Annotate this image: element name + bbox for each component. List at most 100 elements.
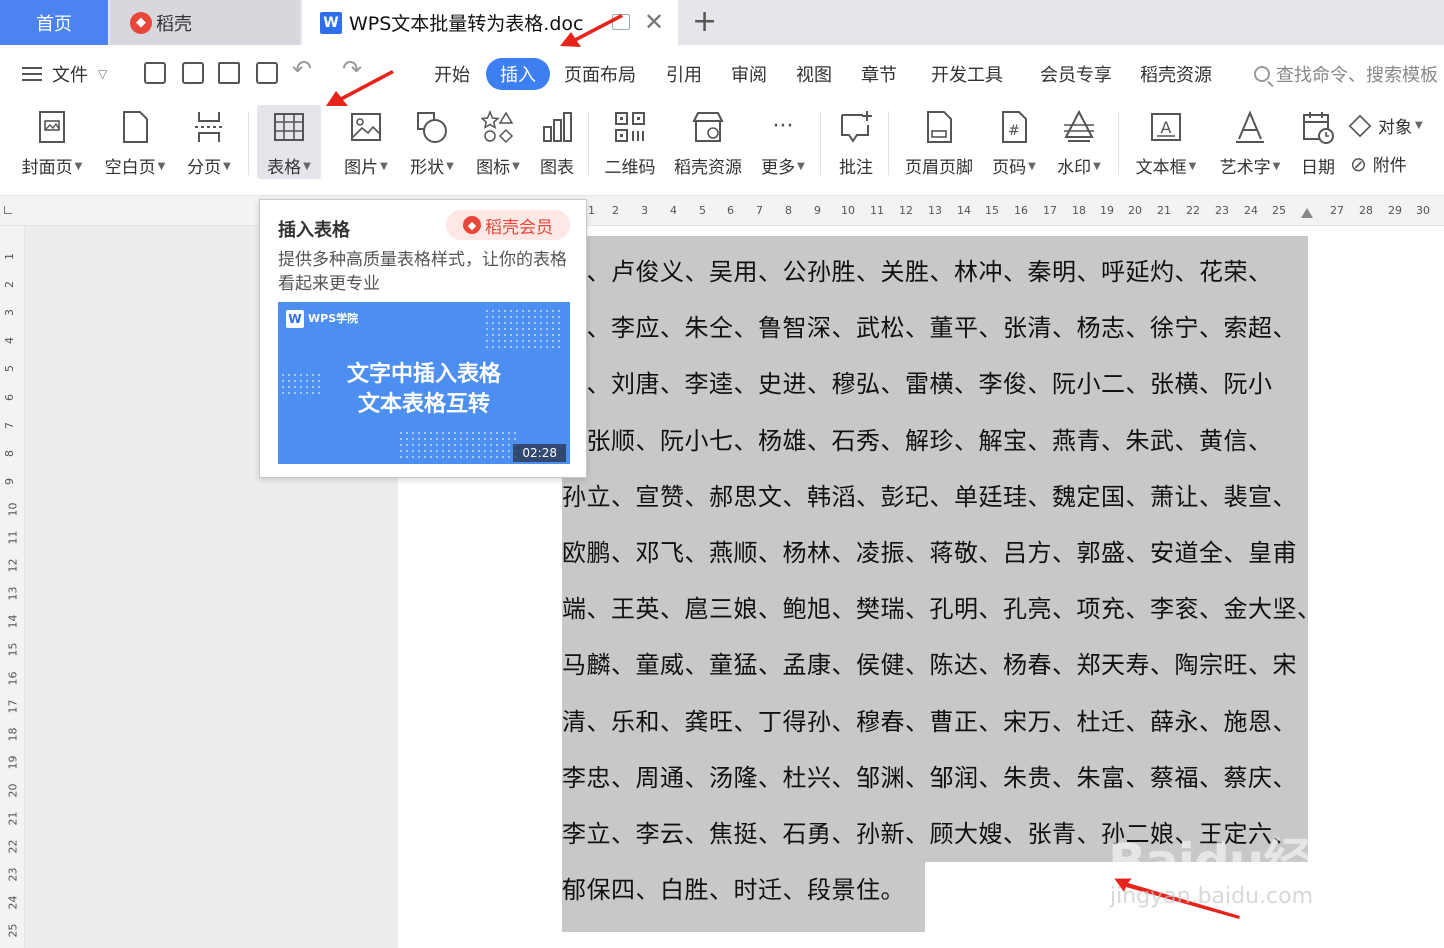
shape-button[interactable]: 形状 ▼ (404, 105, 460, 179)
tab-review[interactable]: 审阅 (731, 61, 767, 87)
insert-table-tooltip: 插入表格 ◆ 稻壳会员 提供多种高质量表格样式，让你的表格看起来更专业 W WP… (259, 199, 587, 478)
undo-icon[interactable]: ↶ (292, 55, 312, 83)
dropdown-arrow-icon: ▼ (1093, 161, 1101, 172)
ruler-tick-label: 29 (1388, 204, 1402, 217)
vertical-ruler-tick-label: 16 (6, 671, 20, 685)
object-label: 对象 (1378, 118, 1412, 138)
dropdown-arrow-icon: ▼ (446, 161, 454, 172)
qrcode-button[interactable]: 二维码 (600, 105, 660, 179)
wordart-button[interactable]: 艺术字 ▼ (1214, 105, 1286, 179)
tab-close-icon[interactable]: ✕ (644, 8, 664, 36)
tab-chapter[interactable]: 章节 (861, 61, 897, 87)
object-button[interactable]: 对象 ▼ (1348, 113, 1423, 138)
header-footer-button[interactable]: 页眉页脚 (900, 105, 978, 179)
ruler-tick-label: 20 (1128, 204, 1142, 217)
watermark-button[interactable]: 水印 ▼ (1052, 105, 1106, 179)
table-button[interactable]: 表格 ▼ (257, 105, 321, 179)
textbox-button[interactable]: A 文本框 ▼ (1130, 105, 1202, 179)
vertical-ruler[interactable]: 1 2 3 4 5 6 7 8 9 10 11 12 13 14 15 16 17 18 19 20 21 22 23 24 2… (0, 226, 25, 948)
dropdown-arrow-icon: ▼ (303, 161, 311, 172)
date-button[interactable]: 日期 (1296, 105, 1340, 179)
tab-straw-resources[interactable]: 稻壳资源 (1140, 61, 1212, 87)
text-line: 进、李应、朱仝、鲁智深、武松、董平、张清、杨志、徐宁、索超、 (562, 314, 1297, 343)
cube-icon (1348, 114, 1372, 137)
redo-icon[interactable]: ↷ (342, 55, 362, 83)
vertical-ruler-tick-label: 12 (6, 558, 20, 573)
comment-icon (839, 109, 873, 145)
vertical-ruler-tick-label: 2 (3, 281, 16, 289)
tab-bar: 首页 ◆ 稻壳 W WPS文本批量转为表格.doc ✕ + (0, 0, 1444, 45)
picture-label: 图片 (344, 158, 379, 178)
ruler-tick-label: 10 (841, 204, 855, 217)
tab-document-label: WPS文本批量转为表格.doc (349, 13, 584, 35)
horizontal-ruler[interactable]: 1 2 3 4 5 6 7 8 9 10 11 12 13 14 15 16 17 18 19 20 21 22 23 24 2… (0, 196, 1444, 226)
dropdown-arrow-icon: ▼ (380, 161, 388, 172)
tutorial-video-thumbnail[interactable]: W WPS学院 文字中插入表格 文本表格互转 02:28 (278, 302, 570, 464)
tab-insert[interactable]: 插入 (486, 58, 550, 90)
vertical-ruler-tick-label: 19 (6, 755, 20, 770)
ruler-tick-label: 8 (785, 204, 792, 217)
page-number-button[interactable]: # 页码 ▼ (986, 105, 1042, 179)
page-break-icon (192, 109, 226, 145)
ruler-tick-label: 25 (1272, 204, 1286, 217)
ruler-tick-label: 14 (957, 204, 971, 217)
tab-member[interactable]: 会员专享 (1040, 61, 1112, 87)
text-line: 清、乐和、龚旺、丁得孙、穆春、曹正、宋万、杜迁、薛永、施恩、 (562, 707, 1297, 736)
print-icon[interactable] (218, 62, 240, 84)
blank-page-button[interactable]: 空白页 ▼ (100, 105, 170, 179)
more-button[interactable]: ··· 更多 ▼ (756, 105, 810, 179)
wordart-label: 艺术字 (1219, 158, 1271, 178)
print-preview-icon[interactable] (256, 62, 278, 84)
tab-developer[interactable]: 开发工具 (931, 61, 1003, 87)
save-icon[interactable] (144, 62, 166, 84)
dropdown-arrow-icon: ▼ (157, 161, 166, 172)
ruler-tick-label: 27 (1330, 204, 1344, 217)
text-line: 、张顺、阮小七、杨雄、石秀、解珍、解宝、燕青、朱武、黄信、 (562, 426, 1273, 455)
chart-label: 图表 (540, 158, 574, 178)
tab-page-layout[interactable]: 页面布局 (564, 61, 636, 87)
tab-start[interactable]: 开始 (434, 61, 470, 87)
chevron-down-icon: ▽ (98, 67, 108, 81)
more-dots-icon: ··· (772, 114, 794, 139)
tab-straw-label: 稻壳 (156, 13, 192, 35)
comment-button[interactable]: 批注 (832, 105, 880, 179)
tab-view[interactable]: 视图 (796, 61, 832, 87)
ruler-tick-label: 19 (1100, 204, 1114, 217)
cover-page-icon (35, 109, 69, 145)
straw-resources-button[interactable]: 稻壳资源 (670, 105, 746, 179)
tab-home[interactable]: 首页 (0, 0, 108, 45)
file-menu-label: 文件 (52, 65, 88, 86)
document-text[interactable]: 江、卢俊义、吴用、公孙胜、关胜、林冲、秦明、呼延灼、花荣、 进、李应、朱仝、鲁智… (562, 236, 1308, 910)
new-tab-button[interactable]: + (692, 4, 717, 39)
vertical-ruler-tick-label: 6 (3, 393, 16, 401)
monitor-icon[interactable] (612, 14, 630, 30)
file-menu[interactable]: 文件 ▽ (22, 61, 107, 87)
picture-icon (349, 109, 383, 145)
cover-page-button[interactable]: 封面页 ▼ (18, 105, 86, 179)
ruler-tick-label: 4 (670, 204, 677, 217)
attachment-label: 附件 (1372, 156, 1407, 176)
ruler-tick-label: 7 (756, 204, 763, 217)
icons-label: 图标 (476, 158, 511, 178)
wps-writer-icon: W (320, 11, 342, 34)
picture-button[interactable]: 图片 ▼ (338, 105, 394, 179)
tab-references[interactable]: 引用 (666, 61, 702, 87)
chart-button[interactable]: 图表 (536, 105, 578, 179)
member-badge[interactable]: ◆ 稻壳会员 (446, 210, 570, 240)
ruler-tick-label: 16 (1014, 204, 1028, 217)
export-pdf-icon[interactable] (182, 62, 204, 84)
chart-icon (540, 109, 574, 145)
text-line: 马麟、童威、童猛、孟康、侯健、陈达、杨春、郑天寿、陶宗旺、宋 (562, 651, 1297, 680)
attachment-button[interactable]: ⊘ 附件 (1350, 151, 1407, 177)
command-search[interactable]: 查找命令、搜索模板 (1254, 61, 1438, 87)
watermark-label: 水印 (1057, 158, 1092, 178)
icons-button[interactable]: 图标 ▼ (470, 105, 526, 179)
hamburger-icon (22, 67, 42, 81)
ruler-tick-label: 15 (985, 204, 999, 217)
vertical-ruler-tick-label: 13 (6, 586, 20, 601)
vertical-ruler-tick-label: 15 (6, 642, 20, 657)
decorative-dots (398, 430, 518, 460)
page-break-button[interactable]: 分页 ▼ (182, 105, 236, 179)
qrcode-label: 二维码 (604, 158, 656, 178)
tab-straw[interactable]: ◆ 稻壳 (110, 0, 300, 45)
